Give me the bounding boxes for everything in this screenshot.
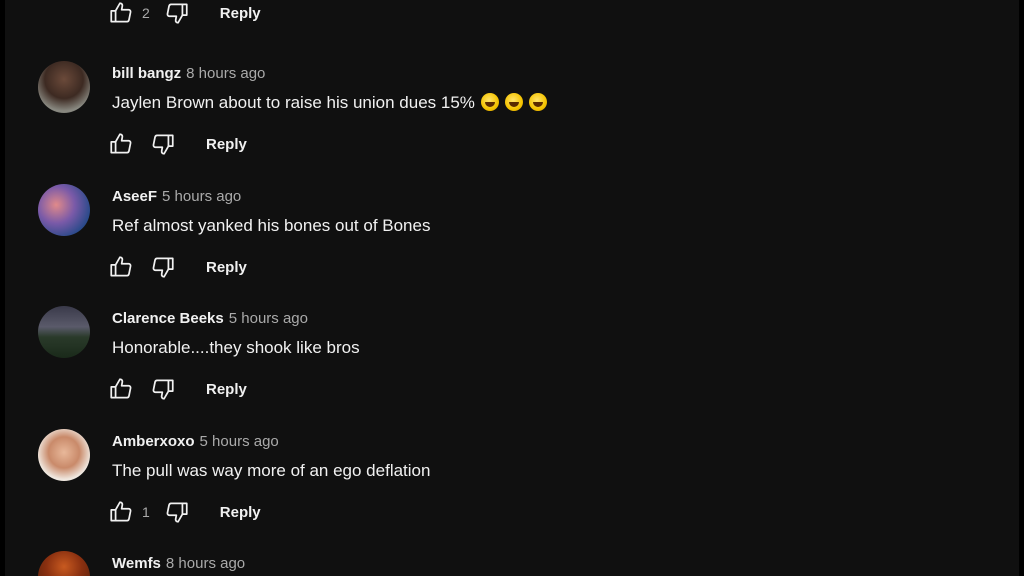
comment-text: The pull was way more of an ego deflatio… (112, 461, 431, 480)
like-button[interactable] (108, 499, 134, 525)
comment-actions: 2 Reply (108, 0, 261, 26)
dislike-button[interactable] (164, 0, 190, 26)
rolling-laughing-emoji-icon (480, 93, 499, 111)
avatar[interactable] (38, 551, 90, 576)
comment-header: bill bangz 8 hours ago (112, 65, 265, 82)
comment-actions: Reply (108, 131, 247, 157)
comment-text: Ref almost yanked his bones out of Bones (112, 216, 431, 235)
comment-header: Clarence Beeks 5 hours ago (112, 310, 308, 327)
like-button[interactable] (108, 254, 134, 280)
timestamp[interactable]: 8 hours ago (186, 65, 265, 82)
reply-button[interactable]: Reply (220, 504, 261, 521)
dislike-button[interactable] (150, 131, 176, 157)
timestamp[interactable]: 8 hours ago (166, 555, 245, 572)
thumbs-down-icon (166, 502, 188, 523)
author-name[interactable]: Wemfs (112, 555, 161, 572)
author-name[interactable]: bill bangz (112, 65, 181, 82)
thumbs-up-icon (110, 501, 132, 522)
comment-text: Jaylen Brown about to raise his union du… (112, 93, 547, 113)
dislike-button[interactable] (150, 376, 176, 402)
author-name[interactable]: Clarence Beeks (112, 310, 224, 327)
timestamp[interactable]: 5 hours ago (162, 188, 241, 205)
left-letterbox (0, 0, 5, 576)
reply-button[interactable]: Reply (206, 136, 247, 153)
comment-body: Jaylen Brown about to raise his union du… (112, 93, 475, 112)
thumbs-up-icon (110, 2, 132, 23)
comments-section: 2 Reply bill bangz 8 hours ago Jaylen Bro… (0, 0, 1024, 576)
dislike-button[interactable] (150, 254, 176, 280)
avatar[interactable] (38, 184, 90, 236)
like-count: 1 (142, 504, 150, 520)
comment-header: Amberxoxo 5 hours ago (112, 433, 279, 450)
author-name[interactable]: Amberxoxo (112, 433, 195, 450)
thumbs-up-icon (110, 133, 132, 154)
thumbs-down-icon (152, 257, 174, 278)
author-name[interactable]: AseeF (112, 188, 157, 205)
right-letterbox (1019, 0, 1024, 576)
comment-actions: 1 Reply (108, 499, 261, 525)
like-button[interactable] (108, 0, 134, 26)
reply-button[interactable]: Reply (206, 381, 247, 398)
comment-actions: Reply (108, 254, 247, 280)
reply-button[interactable]: Reply (206, 259, 247, 276)
rolling-laughing-emoji-icon (528, 93, 547, 111)
thumbs-down-icon (166, 3, 188, 24)
thumbs-down-icon (152, 134, 174, 155)
comment-text: Honorable....they shook like bros (112, 338, 360, 357)
like-button[interactable] (108, 131, 134, 157)
like-button[interactable] (108, 376, 134, 402)
comment-actions: Reply (108, 376, 247, 402)
avatar[interactable] (38, 61, 90, 113)
avatar[interactable] (38, 306, 90, 358)
thumbs-up-icon (110, 378, 132, 399)
comment-header: AseeF 5 hours ago (112, 188, 241, 205)
timestamp[interactable]: 5 hours ago (200, 433, 279, 450)
avatar[interactable] (38, 429, 90, 481)
reply-button[interactable]: Reply (220, 5, 261, 22)
dislike-button[interactable] (164, 499, 190, 525)
thumbs-down-icon (152, 379, 174, 400)
like-count: 2 (142, 5, 150, 21)
timestamp[interactable]: 5 hours ago (229, 310, 308, 327)
comment-header: Wemfs 8 hours ago (112, 555, 245, 572)
thumbs-up-icon (110, 256, 132, 277)
rolling-laughing-emoji-icon (504, 93, 523, 111)
